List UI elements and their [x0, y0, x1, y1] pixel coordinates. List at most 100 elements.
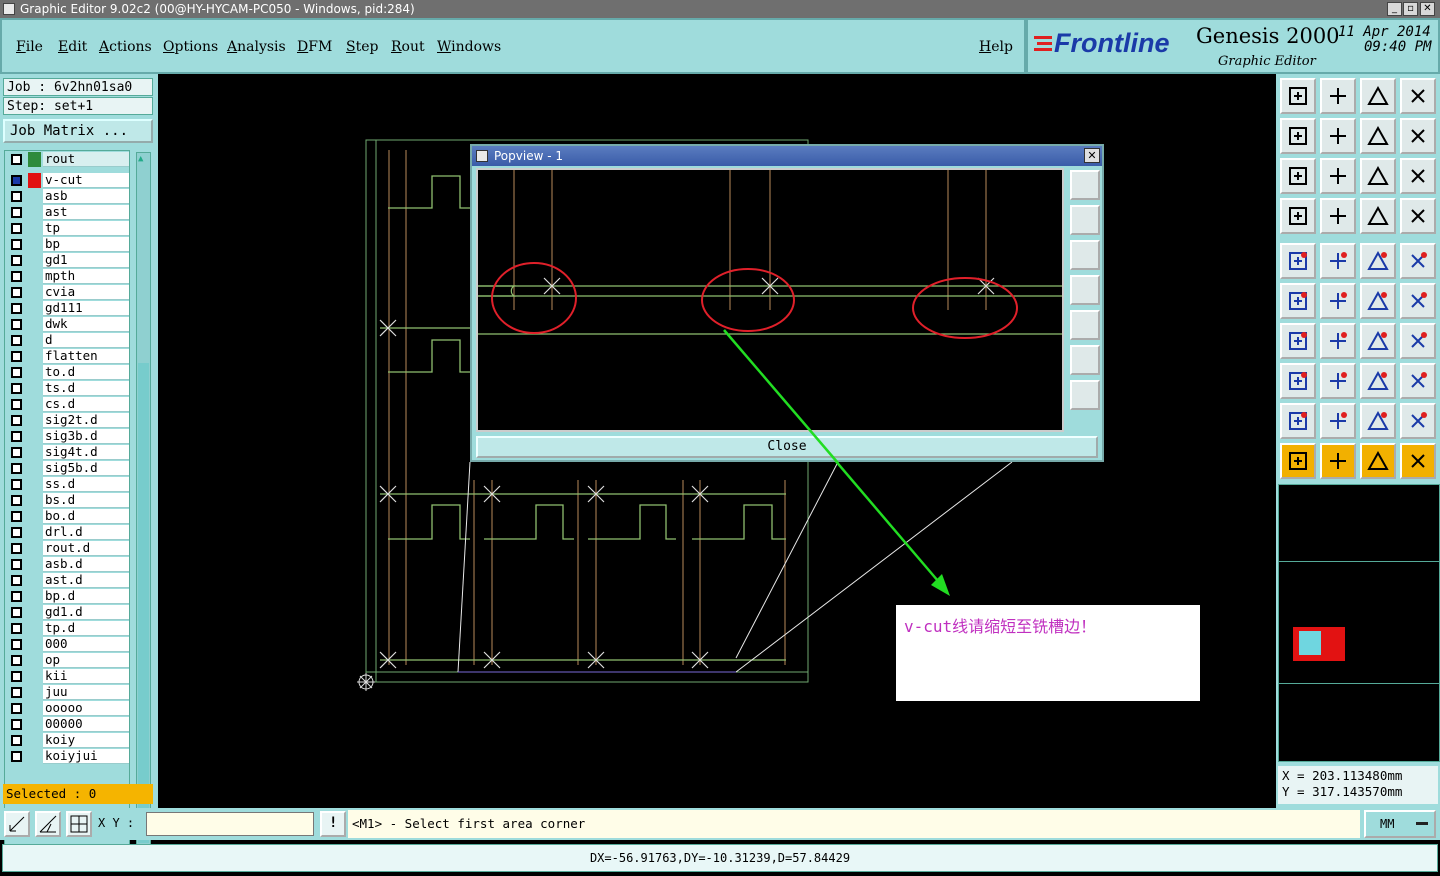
layer-checkbox[interactable] [11, 335, 22, 346]
job-matrix-button[interactable]: Job Matrix ... [3, 119, 153, 143]
layer-row[interactable]: to.d [7, 365, 129, 380]
minimize-button[interactable]: _ [1387, 2, 1402, 16]
popview-zoom-in-button[interactable] [1070, 345, 1100, 375]
layer-checkbox[interactable] [11, 671, 22, 682]
layer-row[interactable]: dwk [7, 317, 129, 332]
layer-row[interactable]: sig4t.d [7, 445, 129, 460]
split-view-button[interactable] [1400, 78, 1436, 114]
layer-row[interactable]: drl.d [7, 525, 129, 540]
menu-step[interactable]: Step [346, 39, 378, 55]
shapes-button[interactable] [1400, 363, 1436, 399]
ruler-button[interactable] [1360, 243, 1396, 279]
redraw-button[interactable] [1400, 118, 1436, 154]
layer-checkbox[interactable] [11, 495, 22, 506]
layer-row[interactable]: koiyjui [7, 749, 129, 764]
layer-row[interactable]: ooooo [7, 701, 129, 716]
layer-checkbox[interactable] [11, 415, 22, 426]
layer-row[interactable]: bp.d [7, 589, 129, 604]
layer-checkbox[interactable] [11, 751, 22, 762]
mirror-button[interactable] [1400, 323, 1436, 359]
layer-checkbox[interactable] [11, 575, 22, 586]
layer-select-button[interactable] [1360, 198, 1396, 234]
layer-row[interactable]: d [7, 333, 129, 348]
menu-actions[interactable]: Actions [99, 39, 152, 55]
layer-checkbox[interactable] [11, 399, 22, 410]
popview-zoom-out-button[interactable] [1070, 380, 1100, 410]
menu-analysis[interactable]: Analysis [227, 39, 286, 55]
layer-row[interactable]: flatten [7, 349, 129, 364]
layer-row[interactable]: tp [7, 221, 129, 236]
layer-checkbox[interactable] [11, 543, 22, 554]
circle-add-button[interactable] [1400, 243, 1436, 279]
pad-add-button[interactable] [1280, 243, 1316, 279]
layer-checkbox[interactable] [11, 735, 22, 746]
layer-row[interactable]: bp [7, 237, 129, 252]
layer-checkbox[interactable] [11, 239, 22, 250]
popview-pan-up-button[interactable] [1070, 205, 1100, 235]
zoom-1to2-button[interactable] [1360, 158, 1396, 194]
layer-checkbox[interactable] [11, 367, 22, 378]
overview-map[interactable] [1278, 484, 1440, 762]
layer-checkbox[interactable] [11, 687, 22, 698]
rotate-button[interactable] [1360, 323, 1396, 359]
layer-checkbox[interactable] [11, 463, 22, 474]
midline-button[interactable] [1320, 363, 1356, 399]
triangle-select-button[interactable] [1280, 403, 1316, 439]
layer-row[interactable]: asb [7, 189, 129, 204]
measure-mode-button[interactable] [35, 811, 61, 837]
layer-row[interactable]: v-cut [7, 173, 129, 188]
info-button[interactable]: ! [320, 811, 346, 837]
line-add-button[interactable] [1320, 243, 1356, 279]
layer-row[interactable]: gd1 [7, 253, 129, 268]
zoom-center-button[interactable] [1320, 158, 1356, 194]
layer-checkbox[interactable] [11, 639, 22, 650]
layer-row[interactable]: tp.d [7, 621, 129, 636]
layer-checkbox[interactable] [11, 719, 22, 730]
popview-close-icon[interactable]: ✕ [1084, 148, 1100, 163]
layer-row[interactable]: rout.d [7, 541, 129, 556]
layer-row[interactable]: sig5b.d [7, 461, 129, 476]
layer-checkbox[interactable] [11, 319, 22, 330]
layer-row[interactable]: sig3b.d [7, 429, 129, 444]
layer-row[interactable]: juu [7, 685, 129, 700]
resize-button[interactable] [1360, 363, 1396, 399]
layer-checkbox[interactable] [11, 527, 22, 538]
menu-help[interactable]: Help [979, 39, 1013, 55]
pointer-box-button[interactable] [1320, 443, 1356, 479]
layer-checkbox[interactable] [11, 559, 22, 570]
scroll-thumb[interactable] [138, 363, 149, 843]
layer-row[interactable]: sig2t.d [7, 413, 129, 428]
layer-row[interactable]: rout [7, 152, 129, 167]
angle-button[interactable] [1280, 323, 1316, 359]
snap-point-button[interactable] [1280, 363, 1316, 399]
layer-row[interactable]: kii [7, 669, 129, 684]
line-tool-button[interactable] [1320, 198, 1356, 234]
layer-checkbox[interactable] [11, 351, 22, 362]
layer-up-button[interactable] [1280, 78, 1316, 114]
layer-row[interactable]: cvia [7, 285, 129, 300]
layer-checkbox[interactable] [11, 383, 22, 394]
copy-button[interactable] [1400, 283, 1436, 319]
pointer-yellow-button[interactable] [1360, 443, 1396, 479]
popview-pan-down-button[interactable] [1070, 240, 1100, 270]
menu-dfm[interactable]: DFM [297, 39, 332, 55]
layer-row[interactable]: gd111 [7, 301, 129, 316]
menu-options[interactable]: Options [163, 39, 218, 55]
slope-button[interactable] [1320, 323, 1356, 359]
layer-checkbox[interactable] [11, 607, 22, 618]
scroll-up-icon[interactable]: ▲ [138, 154, 143, 164]
layer-checkbox[interactable] [11, 154, 22, 165]
xy-input[interactable] [146, 812, 314, 836]
layer-checkbox[interactable] [11, 479, 22, 490]
home-button[interactable] [1360, 78, 1396, 114]
layer-list-scrollbar[interactable]: ▲ ▼ [136, 152, 151, 854]
layer-checkbox[interactable] [11, 287, 22, 298]
popview-pan-right-button[interactable] [1070, 310, 1100, 340]
menu-file[interactable]: File [16, 39, 43, 55]
triangle-b-button[interactable] [1360, 403, 1396, 439]
layer-row[interactable]: cs.d [7, 397, 129, 412]
layer-row[interactable]: ts.d [7, 381, 129, 396]
layer-row[interactable]: ast [7, 205, 129, 220]
layer-checkbox[interactable] [11, 703, 22, 714]
layer-row[interactable]: ss.d [7, 477, 129, 492]
